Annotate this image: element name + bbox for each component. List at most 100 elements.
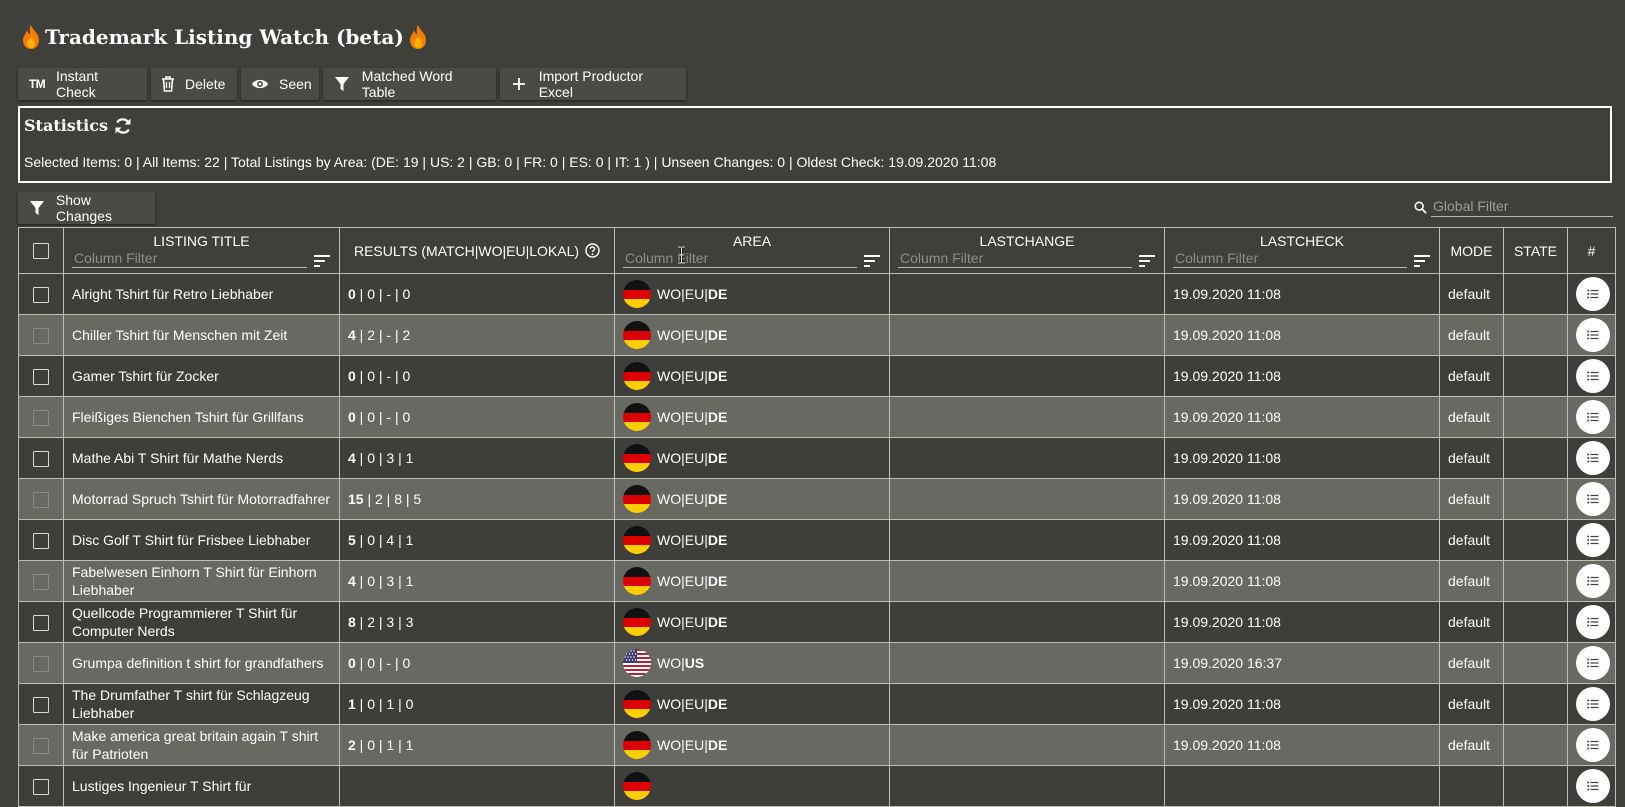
lastcheck-cell: 19.09.2020 11:08 <box>1164 724 1440 766</box>
table-row[interactable]: Grumpa definition t shirt for grandfathe… <box>18 642 1616 684</box>
mode-cell: default <box>1439 314 1504 356</box>
row-menu-cell <box>1567 601 1616 643</box>
results-cell: 0 | 0 | - | 0 <box>339 355 615 397</box>
row-checkbox[interactable] <box>33 369 49 386</box>
row-checkbox[interactable] <box>33 779 49 796</box>
area-country: DE <box>707 450 728 466</box>
row-checkbox[interactable] <box>33 574 49 591</box>
select-all-checkbox[interactable] <box>33 242 49 259</box>
row-select-cell <box>18 724 64 766</box>
listing-title-cell: Chiller Tshirt für Menschen mit Zeit <box>63 314 340 356</box>
state-cell <box>1503 601 1568 643</box>
row-checkbox[interactable] <box>33 328 49 345</box>
global-filter-input[interactable] <box>1431 198 1613 217</box>
seen-button[interactable]: Seen <box>241 68 319 100</box>
table-row[interactable]: Mathe Abi T Shirt für Mathe Nerds 4 | 0 |… <box>18 437 1616 479</box>
us-flag-icon <box>623 649 651 677</box>
area-cell: WO|EU|DE <box>614 396 890 438</box>
row-menu-button[interactable] <box>1576 728 1610 762</box>
row-menu-button[interactable] <box>1576 482 1610 516</box>
state-cell <box>1503 437 1568 479</box>
results-match: 0 <box>348 409 356 425</box>
table-row[interactable]: Fabelwesen Einhorn T Shirt für Einhorn L… <box>18 560 1616 602</box>
area-filter-input[interactable] <box>623 250 857 268</box>
row-checkbox[interactable] <box>33 287 49 304</box>
results-cell: 15 | 2 | 8 | 5 <box>339 478 615 520</box>
row-menu-button[interactable] <box>1576 359 1610 393</box>
help-icon[interactable] <box>585 243 600 258</box>
sort-icon[interactable] <box>863 254 881 268</box>
column-lastchange-label: LASTCHANGE <box>979 233 1075 249</box>
row-menu-button[interactable] <box>1576 646 1610 680</box>
row-menu-cell <box>1567 273 1616 315</box>
table-row[interactable]: Quellcode Programmierer T Shirt für Comp… <box>18 601 1616 643</box>
table-row[interactable]: Alright Tshirt für Retro Liebhaber 0 | 0 … <box>18 273 1616 315</box>
sort-icon[interactable] <box>1413 254 1431 268</box>
row-checkbox[interactable] <box>33 451 49 468</box>
lastchange-filter-input[interactable] <box>898 250 1132 268</box>
row-menu-button[interactable] <box>1576 318 1610 352</box>
row-checkbox[interactable] <box>33 615 49 632</box>
row-checkbox[interactable] <box>33 656 49 673</box>
refresh-icon[interactable] <box>114 117 132 135</box>
mode-cell: default <box>1439 642 1504 684</box>
table-row[interactable]: Lustiges Ingenieur T Shirt für <box>18 765 1616 807</box>
lastcheck-cell: 19.09.2020 11:08 <box>1164 601 1440 643</box>
row-menu-button[interactable] <box>1576 523 1610 557</box>
plus-icon <box>510 74 529 94</box>
table-row[interactable]: Fleißiges Bienchen Tshirt für Grillfans 0… <box>18 396 1616 438</box>
show-changes-button[interactable]: Show Changes <box>18 192 155 224</box>
sort-icon[interactable] <box>313 254 331 268</box>
row-menu-cell <box>1567 355 1616 397</box>
row-checkbox[interactable] <box>33 697 49 714</box>
listing-title-filter-input[interactable] <box>72 250 307 268</box>
state-cell <box>1503 355 1568 397</box>
results-cell: 0 | 0 | - | 0 <box>339 396 615 438</box>
area-cell: WO|EU|DE <box>614 314 890 356</box>
lastchange-cell <box>889 396 1165 438</box>
germany-flag-icon <box>623 280 651 308</box>
sort-icon[interactable] <box>1138 254 1156 268</box>
mode-cell: default <box>1439 273 1504 315</box>
list-icon <box>1587 371 1599 381</box>
lastcheck-filter-input[interactable] <box>1173 250 1407 268</box>
table-row[interactable]: Make america great britain again T shirt… <box>18 724 1616 766</box>
row-menu-button[interactable] <box>1576 605 1610 639</box>
listing-title-cell: The Drumfather T shirt für Schlagzeug Li… <box>63 683 340 725</box>
column-results: RESULTS (MATCH|WO|EU|LOKAL) <box>339 227 615 274</box>
results-match: 15 <box>348 491 364 507</box>
statistics-title: Statistics <box>24 116 132 135</box>
row-checkbox[interactable] <box>33 492 49 509</box>
app-title: Trademark Listing Watch (beta) <box>45 25 404 49</box>
row-menu-button[interactable] <box>1576 687 1610 721</box>
area-country: DE <box>707 614 728 630</box>
row-checkbox[interactable] <box>33 410 49 427</box>
row-menu-button[interactable] <box>1576 441 1610 475</box>
delete-button[interactable]: Delete <box>151 68 237 100</box>
table-row[interactable]: Motorrad Spruch Tshirt für Motorradfahre… <box>18 478 1616 520</box>
table-row[interactable]: The Drumfather T shirt für Schlagzeug Li… <box>18 683 1616 725</box>
area-prefix: WO|EU| <box>657 491 708 507</box>
global-filter <box>1414 198 1613 217</box>
lastcheck-cell: 19.09.2020 16:37 <box>1164 642 1440 684</box>
table-row[interactable]: Gamer Tshirt für Zocker 0 | 0 | - | 0 WO|E… <box>18 355 1616 397</box>
area-cell: WO|EU|DE <box>614 273 890 315</box>
table-row[interactable]: Chiller Tshirt für Menschen mit Zeit 4 | … <box>18 314 1616 356</box>
import-productor-excel-button[interactable]: Import Productor Excel <box>500 68 686 100</box>
lastchange-cell <box>889 519 1165 561</box>
row-menu-button[interactable] <box>1576 564 1610 598</box>
instant-check-button[interactable]: TM Instant Check <box>18 68 147 100</box>
matched-word-table-button[interactable]: Matched Word Table <box>323 68 496 100</box>
row-menu-button[interactable] <box>1576 400 1610 434</box>
row-select-cell <box>18 355 64 397</box>
row-checkbox[interactable] <box>33 738 49 755</box>
lastcheck-cell: 19.09.2020 11:08 <box>1164 314 1440 356</box>
trash-icon <box>161 74 175 94</box>
results-rest: | 0 | 4 | 1 <box>355 532 414 548</box>
area-prefix: WO|EU| <box>657 368 708 384</box>
area-country: DE <box>707 491 728 507</box>
filter-icon <box>28 198 46 218</box>
row-checkbox[interactable] <box>33 533 49 550</box>
table-row[interactable]: Disc Golf T Shirt für Frisbee Liebhaber 5… <box>18 519 1616 561</box>
row-menu-button[interactable] <box>1576 277 1610 311</box>
